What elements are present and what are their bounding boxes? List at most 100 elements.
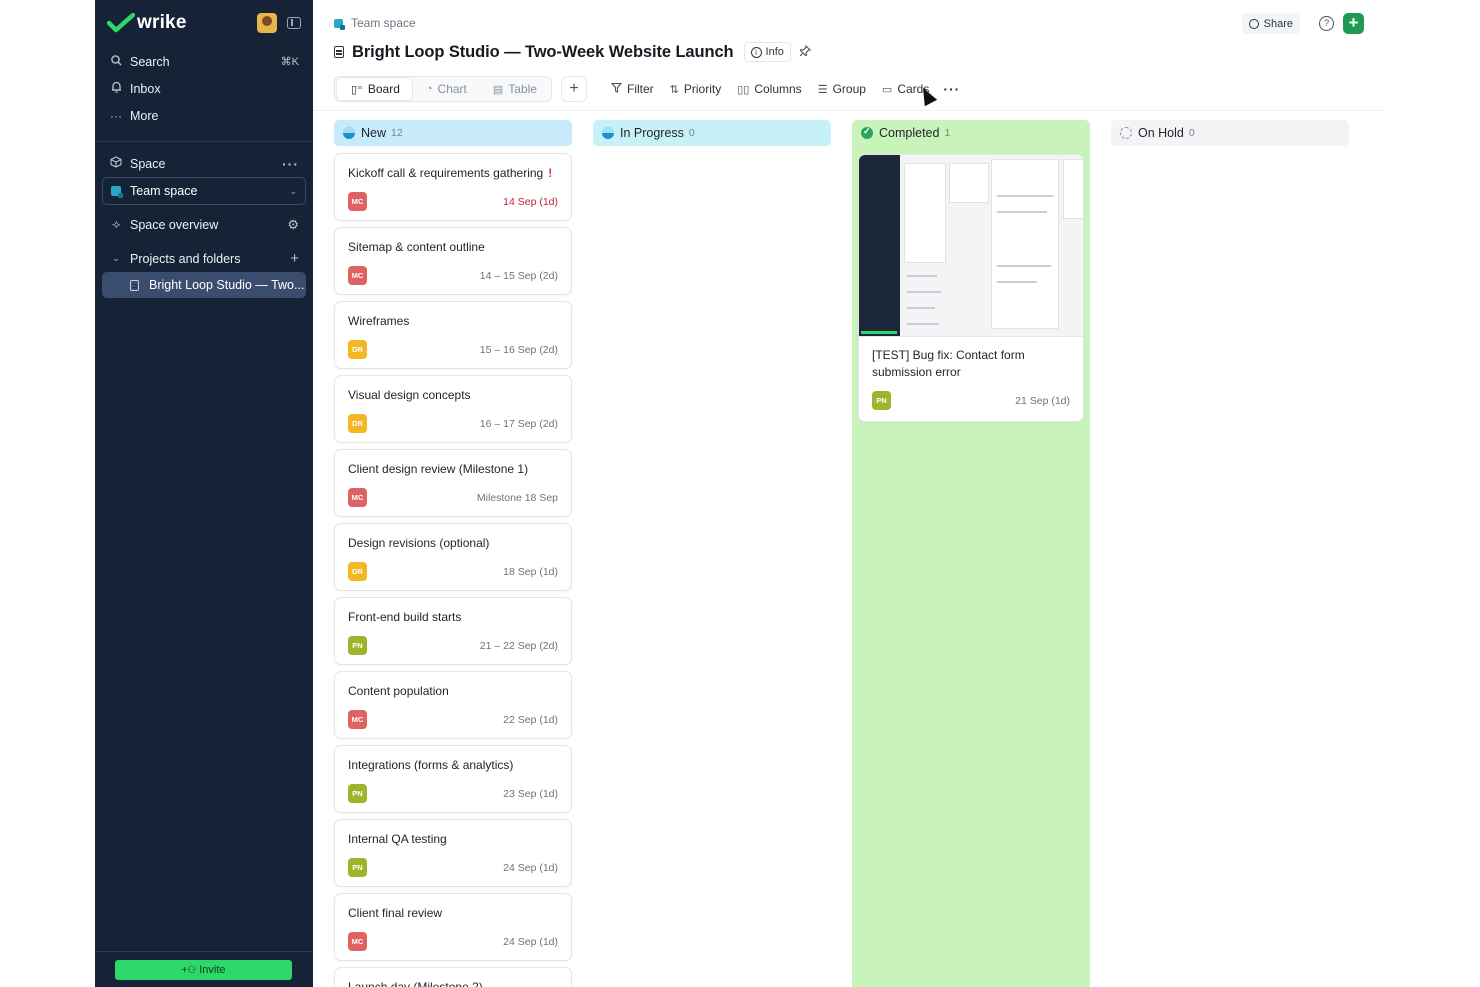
breadcrumb-label[interactable]: Team space <box>351 16 416 30</box>
tab-chart[interactable]: ◔ Chart <box>412 78 479 100</box>
task-card[interactable]: Front-end build starts PN 21 – 22 Sep (2d) <box>334 597 572 665</box>
card-date: 24 Sep (1d) <box>503 861 558 874</box>
column-count: 0 <box>688 127 695 139</box>
assignee-avatar[interactable]: DR <box>348 562 367 581</box>
card-date: Milestone 18 Sep <box>476 491 558 504</box>
sidebar-item-projects[interactable]: ⌄ Projects and folders + <box>95 245 313 272</box>
task-card[interactable]: Content population MC 22 Sep (1d) <box>334 671 572 739</box>
task-card[interactable]: Client design review (Milestone 1) MC Mile… <box>334 449 572 517</box>
card-title: Design revisions (optional) <box>348 535 558 552</box>
status-on-hold-icon <box>1120 127 1132 139</box>
sidebar-item-inbox[interactable]: Inbox <box>95 75 313 102</box>
pin-icon[interactable] <box>799 44 811 60</box>
tab-table[interactable]: ▤ Table <box>479 78 549 100</box>
card-footer: PN 23 Sep (1d) <box>348 784 558 803</box>
gear-icon[interactable]: ⚙ <box>287 217 299 233</box>
card-title-text: Sitemap & content outline <box>348 240 485 254</box>
invite-button[interactable]: +⚇ Invite <box>115 960 292 980</box>
sidebar-item-label: Search <box>130 54 170 69</box>
person-icon <box>1248 18 1259 29</box>
columns-label: Columns <box>754 82 802 96</box>
title-row: Bright Loop Studio — Two-Week Website La… <box>334 42 811 62</box>
column-header-in-progress[interactable]: In Progress 0 <box>593 120 831 146</box>
card-footer: MC 24 Sep (1d) <box>348 932 558 951</box>
card-date: 21 Sep (1d) <box>1015 394 1070 407</box>
urgent-icon: ! <box>548 166 553 180</box>
group-button[interactable]: ☰ Group <box>818 82 866 96</box>
column-completed: Completed 1 <box>852 120 1090 987</box>
card-date: 23 Sep (1d) <box>503 787 558 800</box>
breadcrumb[interactable]: Team space <box>334 16 416 30</box>
search-icon <box>109 54 123 69</box>
task-card[interactable]: Wireframes DR 15 – 16 Sep (2d) <box>334 301 572 369</box>
user-avatar[interactable] <box>257 12 277 33</box>
column-header-completed[interactable]: Completed 1 <box>852 120 1090 146</box>
card-date: 21 – 22 Sep (2d) <box>479 639 558 652</box>
sidebar: wrike Search ⌘K Inbox ··· More Space ···… <box>95 0 313 987</box>
info-button[interactable]: i Info <box>743 42 791 62</box>
card-list: Kickoff call & requirements gathering! MC… <box>334 153 572 987</box>
column-header-new[interactable]: New 12 <box>334 120 572 146</box>
sidebar-item-label: Inbox <box>130 81 161 96</box>
assignee-avatar[interactable]: MC <box>348 710 367 729</box>
wrike-logo[interactable]: wrike <box>137 12 187 34</box>
task-card[interactable]: Client final review MC 24 Sep (1d) <box>334 893 572 961</box>
status-in-progress-icon <box>602 127 614 139</box>
sidebar-item-search[interactable]: Search ⌘K <box>95 48 313 75</box>
assignee-avatar[interactable]: DR <box>348 340 367 359</box>
column-count: 12 <box>391 127 403 139</box>
sidebar-item-project[interactable]: Bright Loop Studio — Two... <box>102 272 306 298</box>
task-card[interactable]: Visual design concepts DR 16 – 17 Sep (2d) <box>334 375 572 443</box>
sidebar-item-space[interactable]: Space ··· <box>95 150 313 177</box>
info-label: Info <box>765 46 784 58</box>
priority-button[interactable]: ⇅ Priority <box>670 82 722 96</box>
add-view-button[interactable]: + <box>560 76 587 102</box>
space-more-icon[interactable]: ··· <box>282 156 299 172</box>
card-date: 16 – 17 Sep (2d) <box>479 417 558 430</box>
card-date: 22 Sep (1d) <box>503 713 558 726</box>
page-title[interactable]: Bright Loop Studio — Two-Week Website La… <box>352 43 734 62</box>
wrike-check-icon <box>107 12 135 32</box>
collapse-sidebar-icon[interactable] <box>287 16 301 29</box>
assignee-avatar[interactable]: MC <box>348 932 367 951</box>
assignee-avatar[interactable]: PN <box>872 391 891 410</box>
task-card[interactable]: Design revisions (optional) DR 18 Sep (1d) <box>334 523 572 591</box>
column-new: New 12 Kickoff call & requirements gathe… <box>334 120 572 987</box>
assignee-avatar[interactable]: PN <box>348 858 367 877</box>
assignee-avatar[interactable]: PN <box>348 784 367 803</box>
assignee-avatar[interactable]: DR <box>348 414 367 433</box>
columns-button[interactable]: ▯▯ Columns <box>737 82 801 96</box>
filter-button[interactable]: Filter <box>610 82 654 96</box>
header-divider <box>313 110 1385 111</box>
chevron-down-icon[interactable]: ⌄ <box>109 253 123 264</box>
tab-board[interactable]: ▯⁼ Board <box>337 78 412 100</box>
card-title-text: Design revisions (optional) <box>348 536 490 550</box>
column-count: 0 <box>1188 127 1195 139</box>
add-project-icon[interactable]: + <box>290 250 299 267</box>
task-card[interactable]: [TEST] Bug fix: Contact form submission … <box>858 154 1084 422</box>
task-card[interactable]: Internal QA testing PN 24 Sep (1d) <box>334 819 572 887</box>
sidebar-item-space-overview[interactable]: ⟢ Space overview ⚙ <box>95 211 313 238</box>
task-card[interactable]: Kickoff call & requirements gathering! MC… <box>334 153 572 221</box>
task-card[interactable]: Sitemap & content outline MC 14 – 15 Sep (… <box>334 227 572 295</box>
card-date: 15 – 16 Sep (2d) <box>479 343 558 356</box>
assignee-avatar[interactable]: PN <box>348 636 367 655</box>
more-options-icon[interactable]: ··· <box>943 81 960 97</box>
table-icon: ▤ <box>492 83 504 96</box>
assignee-avatar[interactable]: MC <box>348 192 367 211</box>
share-button[interactable]: Share <box>1241 13 1300 34</box>
space-selector[interactable]: Team space ⌄ <box>102 177 306 205</box>
create-new-button[interactable]: + <box>1343 13 1364 34</box>
assignee-avatar[interactable]: MC <box>348 488 367 507</box>
chevron-down-icon: ⌄ <box>289 185 297 196</box>
task-card[interactable]: Launch day (Milestone 2) <box>334 967 572 987</box>
card-title-text: Launch day (Milestone 2) <box>348 980 483 987</box>
sidebar-item-more[interactable]: ··· More <box>95 102 313 129</box>
assignee-avatar[interactable]: MC <box>348 266 367 285</box>
card-title-text: Wireframes <box>348 314 410 328</box>
column-in-progress: In Progress 0 <box>593 120 831 987</box>
kanban-board: New 12 Kickoff call & requirements gathe… <box>334 120 1349 987</box>
task-card[interactable]: Integrations (forms & analytics) PN 23 Sep… <box>334 745 572 813</box>
help-icon[interactable]: ? <box>1319 16 1334 31</box>
column-header-on-hold[interactable]: On Hold 0 <box>1111 120 1349 146</box>
